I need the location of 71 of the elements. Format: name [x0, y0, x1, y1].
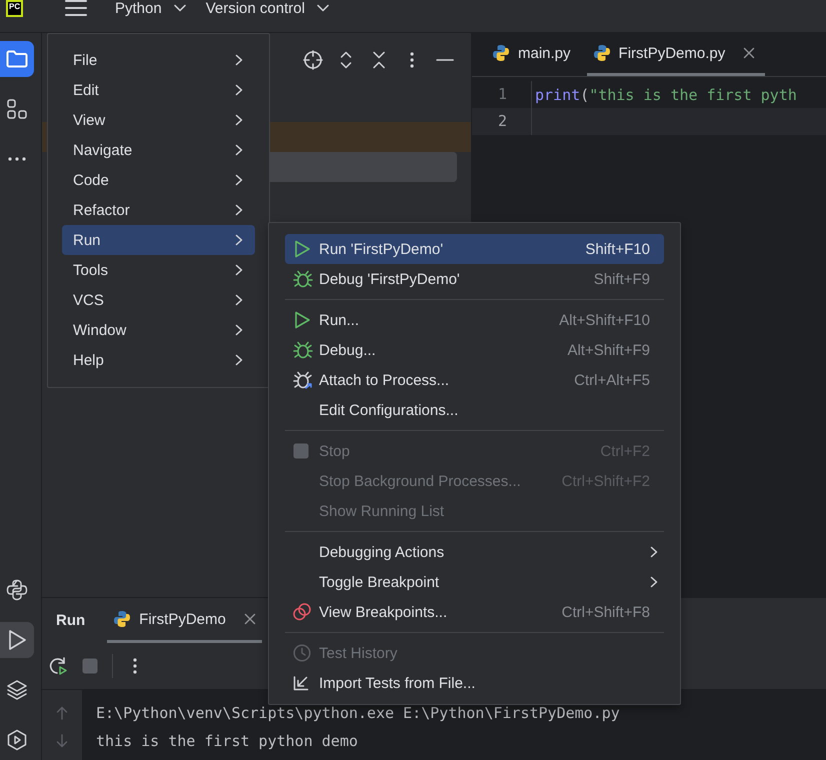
toolbar-dropdown[interactable]: Version control — [202, 0, 333, 20]
more-icon — [7, 156, 27, 162]
app-logo: PC — [6, 0, 23, 16]
menu-item[interactable]: Debug... Alt+Shift+F9 — [285, 335, 664, 365]
shortcut-text: Ctrl+Alt+F5 — [573, 372, 650, 388]
attach-bug-icon — [293, 371, 313, 389]
menu-item[interactable]: Debug 'FirstPyDemo' Shift+F9 — [285, 264, 664, 294]
python-file-icon — [113, 610, 132, 628]
menu-item[interactable]: Help — [62, 345, 255, 375]
menu-item[interactable]: Edit — [62, 75, 255, 105]
menu-icon — [65, 0, 87, 17]
structure-icon — [7, 99, 27, 119]
import-icon — [293, 675, 309, 691]
clock-icon — [293, 644, 311, 662]
stop-icon — [293, 443, 309, 459]
menu-item[interactable]: View — [62, 105, 255, 135]
target-icon[interactable] — [303, 50, 323, 70]
menu-item[interactable]: Run — [62, 225, 255, 255]
menu-item[interactable]: Tools — [62, 255, 255, 285]
editor-tab[interactable]: FirstPyDemo.py — [586, 33, 766, 76]
run-tab[interactable]: FirstPyDemo — [107, 598, 262, 643]
minimize-icon[interactable] — [436, 58, 454, 62]
python-file-icon — [492, 44, 510, 62]
shortcut-text: Shift+F10 — [584, 240, 650, 258]
console-output-line: E:\Python\venv\Scripts\python.exe E:\Python\FirstPyDemo.py — [96, 703, 620, 724]
console-output-line: this is the first python demo — [96, 731, 359, 752]
toolbar-dropdown[interactable]: Python — [111, 0, 190, 20]
rerun-icon[interactable] — [48, 656, 68, 676]
run-icon — [7, 629, 27, 651]
services-icon — [6, 729, 28, 751]
line-number: 2 — [472, 108, 532, 135]
python-console-icon — [6, 579, 28, 601]
menu-item[interactable]: Debugging Actions — [285, 537, 664, 567]
chevron-down-icon — [174, 4, 186, 12]
shortcut-text: Ctrl+Shift+F8 — [560, 604, 650, 620]
more-icon[interactable] — [410, 51, 414, 69]
menu-item[interactable]: Navigate — [62, 135, 255, 165]
chevron-down-icon — [316, 4, 329, 12]
menu-item[interactable]: View Breakpoints... Ctrl+Shift+F8 — [285, 597, 664, 627]
bug-icon — [293, 341, 313, 359]
menu-item[interactable]: VCS — [62, 285, 255, 315]
play-icon — [293, 240, 311, 258]
menu-item[interactable]: Code — [62, 165, 255, 195]
menu-item[interactable]: Edit Configurations... — [285, 395, 664, 425]
more-icon[interactable] — [133, 657, 137, 675]
menu-item[interactable]: Toggle Breakpoint — [285, 567, 664, 597]
tool-window-button[interactable] — [0, 622, 34, 658]
editor-tab[interactable]: main.py — [486, 33, 581, 76]
shortcut-text: Alt+Shift+F10 — [558, 312, 650, 328]
menu-item[interactable]: Run 'FirstPyDemo' Shift+F10 — [285, 234, 664, 264]
menu-item[interactable]: Run... Alt+Shift+F10 — [285, 305, 664, 335]
code-line: print("this is the first pyth — [534, 86, 797, 104]
folder-icon — [6, 50, 28, 68]
python-file-icon — [592, 44, 611, 62]
shortcut-text: Alt+Shift+F9 — [566, 342, 650, 358]
menu-item[interactable]: Refactor — [62, 195, 255, 225]
expand-icon[interactable] — [340, 51, 352, 69]
panel-title: Run — [56, 612, 86, 629]
close-icon[interactable] — [244, 613, 256, 625]
tool-window-button[interactable] — [0, 41, 34, 77]
breakpoints-icon — [293, 603, 311, 621]
layers-icon — [6, 679, 28, 701]
menu-item[interactable]: Import Tests from File... — [285, 668, 664, 698]
menu-item[interactable]: Attach to Process... Ctrl+Alt+F5 — [285, 365, 664, 395]
menu-item[interactable]: File — [62, 45, 255, 75]
bug-icon — [293, 270, 313, 288]
play-icon — [293, 311, 311, 329]
shortcut-text: Shift+F9 — [592, 270, 650, 288]
close-icon[interactable] — [743, 47, 756, 59]
collapse-icon[interactable] — [372, 51, 386, 69]
menu-item[interactable]: Window — [62, 315, 255, 345]
